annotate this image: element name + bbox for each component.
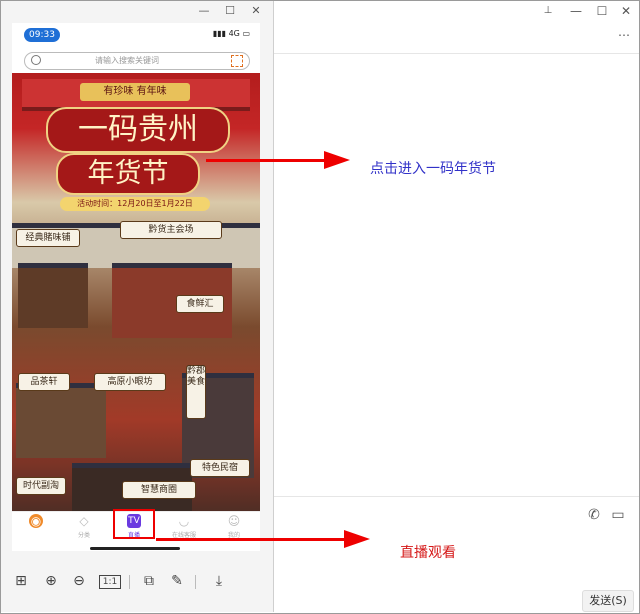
close-icon[interactable]: ✕ — [249, 4, 263, 18]
viewer-titlebar: — ☐ ✕ — [1, 1, 273, 23]
sign-smart-district[interactable]: 智慧商圈 — [122, 481, 196, 499]
annotation-live: 直播观看 — [400, 545, 456, 561]
maximize-icon[interactable]: ☐ — [594, 3, 610, 19]
scene-house — [18, 263, 88, 328]
maximize-icon[interactable]: ☐ — [223, 4, 237, 18]
sign-classic-flavor[interactable]: 经典賭味铺 — [16, 229, 80, 247]
arrow-line — [206, 159, 326, 162]
arrow-line — [156, 538, 346, 541]
banner-title-line2: 年货节 — [56, 153, 200, 195]
banner-tagline: 有珍味 有年味 — [80, 83, 190, 101]
live-tab-highlight — [113, 509, 155, 539]
arrow-head — [324, 151, 350, 169]
signal-icon: ▮▮▮ — [212, 29, 227, 38]
tab-category[interactable]: ◇ 分类 — [64, 514, 104, 539]
search-placeholder: 请输入搜索关键词 — [95, 56, 159, 65]
chat-header: ⊥ — ☐ ✕ ⋯ — [274, 1, 639, 54]
close-icon[interactable]: ✕ — [618, 3, 634, 19]
home-logo-icon: ◉ — [29, 514, 43, 528]
grid-icon[interactable]: ⊞ — [13, 573, 29, 589]
search-bar[interactable]: 请输入搜索关键词 — [24, 52, 250, 70]
sign-main-venue[interactable]: 黔货主会场 — [120, 221, 222, 239]
new-year-goods-banner[interactable]: 有珍味 有年味 一码贵州 年货节 活动时间：12月20日至1月22日 经典賭味铺… — [12, 73, 260, 535]
phone-call-icon[interactable]: ✆ — [586, 507, 602, 523]
battery-icon: ▭ — [242, 29, 250, 38]
sign-food-vertical[interactable]: 黔郡美食 — [186, 365, 206, 419]
network-label: 4G — [228, 29, 240, 38]
profile-icon: ☺ — [227, 514, 241, 528]
service-icon: ◡ — [178, 514, 190, 528]
category-icon: ◇ — [79, 514, 89, 528]
actual-size-icon[interactable]: 1:1 — [99, 575, 121, 589]
zoom-out-icon[interactable]: ⊖ — [71, 573, 87, 589]
sign-tea-house[interactable]: 品茶轩 — [18, 373, 70, 391]
sign-times[interactable]: 时代副淘 — [16, 477, 66, 495]
minimize-icon[interactable]: — — [568, 3, 584, 19]
minimize-icon[interactable]: — — [197, 4, 211, 18]
search-icon — [31, 55, 41, 65]
rotate-icon[interactable]: ⧉ — [141, 573, 157, 589]
status-bar: 09:33 ▮▮▮ 4G ▭ — [12, 23, 260, 45]
edit-icon[interactable]: ✎ — [169, 573, 185, 589]
tab-profile[interactable]: ☺ 我的 — [214, 514, 254, 539]
annotation-enter: 点击进入一码年货节 — [370, 161, 496, 177]
tab-label: 分类 — [77, 532, 90, 539]
sign-homestay[interactable]: 特色民宿 — [190, 459, 250, 477]
chat-window: ⊥ — ☐ ✕ ⋯ ✆ ▭ — [274, 1, 639, 613]
zoom-in-icon[interactable]: ⊕ — [43, 573, 59, 589]
arrow-head — [344, 530, 370, 548]
activity-time: 活动时间：12月20日至1月22日 — [60, 197, 210, 211]
send-button[interactable]: 发送(S) — [582, 590, 634, 612]
home-indicator — [90, 547, 180, 550]
video-call-icon[interactable]: ▭ — [610, 507, 626, 523]
scan-icon[interactable] — [231, 55, 243, 67]
viewer-toolbar: ⊞ ⊕ ⊖ 1:1 ⧉ ✎ ⤓ — [1, 561, 273, 601]
sign-fresh-food[interactable]: 食鲜汇 — [176, 295, 224, 313]
banner-title-line1: 一码贵州 — [46, 107, 230, 153]
more-icon[interactable]: ⋯ — [616, 27, 632, 43]
sign-highland-workshop[interactable]: 高原小眼坊 — [94, 373, 166, 391]
status-time: 09:33 — [24, 28, 60, 42]
scene-house — [16, 383, 106, 458]
tab-home[interactable]: ◉ — [16, 514, 56, 530]
pin-icon[interactable]: ⊥ — [540, 3, 556, 19]
tab-service[interactable]: ◡ 在线客服 — [164, 514, 204, 539]
download-icon[interactable]: ⤓ — [211, 573, 227, 589]
phone-screenshot: 09:33 ▮▮▮ 4G ▭ 请输入搜索关键词 有珍味 有年味 一码贵州 年货节… — [12, 23, 260, 551]
compose-divider — [274, 496, 639, 497]
